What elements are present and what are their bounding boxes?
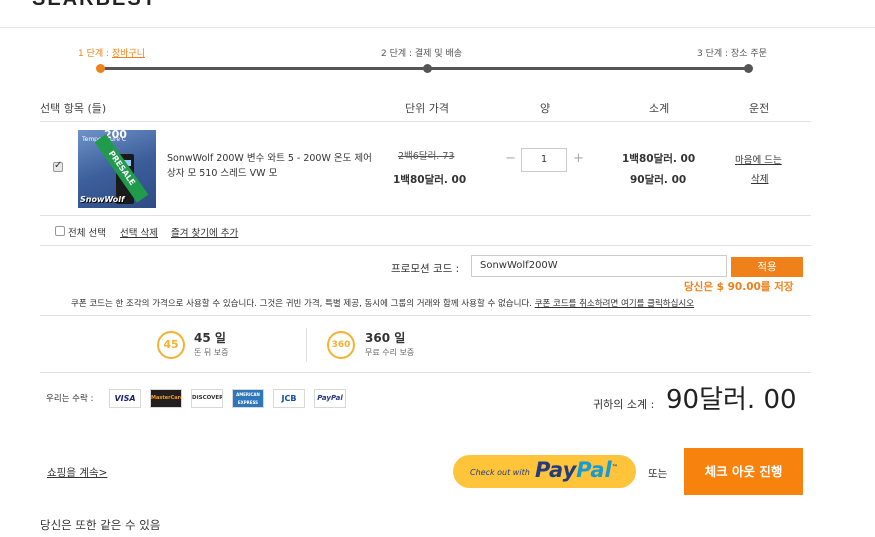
add-favorites-link[interactable]: 즐겨 찾기에 추가 xyxy=(171,225,238,239)
select-all-checkbox[interactable] xyxy=(55,226,65,236)
row-subtotal: 1백80달러. 00 xyxy=(622,153,696,165)
money-back-subtitle: 돈 뒤 보증 xyxy=(194,348,229,357)
apply-promo-button[interactable]: 적용 xyxy=(731,257,803,277)
qty-increment-button[interactable]: + xyxy=(573,151,584,166)
product-name[interactable]: SonwWolf 200W 변수 와트 5 - 200W 온도 제어 상자 모 … xyxy=(167,151,372,181)
repair-warranty-subtitle: 무료 수리 보증 xyxy=(365,348,415,357)
proceed-checkout-button[interactable]: 체크 아웃 진행 xyxy=(684,448,803,495)
money-back-badge-icon: 45 xyxy=(157,331,185,359)
paypal-logo: PayPal™ xyxy=(535,458,618,482)
unit-price: 1백80달러. 00 xyxy=(393,174,467,186)
item-checkbox[interactable] xyxy=(53,160,63,172)
visa-icon: VISA xyxy=(109,389,141,408)
coupon-note: 쿠폰 코드는 한 조각의 가격으로 사용할 수 있습니다. 그것은 귀빈 가격,… xyxy=(71,299,695,309)
money-back-title: 45 일 xyxy=(194,331,226,345)
amex-icon: AMERICAN EXPRESS xyxy=(232,389,264,408)
promo-code-input[interactable]: SonwWolf200W xyxy=(471,255,727,277)
repair-warranty-badge-icon: 360 xyxy=(327,331,355,359)
guarantee-top-divider xyxy=(40,315,811,316)
or-label: 또는 xyxy=(648,468,668,480)
paypal-icon: PayPal xyxy=(314,389,346,408)
payment-methods-label: 우리는 수락 : xyxy=(46,394,94,404)
guarantee-bottom-divider xyxy=(40,372,811,373)
delete-selected-link[interactable]: 선택 삭제 xyxy=(120,225,158,239)
header-subtotal: 소계 xyxy=(649,102,670,115)
paypal-checkout-button[interactable]: Check out with PayPal™ xyxy=(453,455,636,488)
header-items: 선택 항목 (들) xyxy=(40,102,107,115)
promo-code-label: 프로모션 코드 : xyxy=(391,263,460,275)
header-quantity: 양 xyxy=(540,102,551,115)
step-2-dot xyxy=(423,64,432,73)
product-brand: SnowWolf xyxy=(80,195,125,204)
select-all-label[interactable]: 전체 선택 xyxy=(68,225,106,239)
mastercard-icon: MasterCard xyxy=(150,389,182,408)
table-header-divider xyxy=(40,121,811,122)
selection-divider xyxy=(40,245,811,246)
row-divider xyxy=(40,215,811,216)
row-saving: 90달러. 00 xyxy=(630,174,687,186)
step-1-dot xyxy=(96,64,105,73)
delete-item-link[interactable]: 삭제 xyxy=(751,171,768,185)
total-label: 귀하의 소계 : xyxy=(593,398,655,411)
original-price: 2백6달러. 73 xyxy=(398,151,455,162)
site-logo[interactable]: SEARBEST xyxy=(32,0,157,11)
total-value: 90달러. 00 xyxy=(666,385,797,415)
promo-saving-text: 당신은 $ 90.00를 저장 xyxy=(684,281,794,293)
header-divider xyxy=(0,27,875,28)
step-2-label: 2 단계 : 결제 및 배송 xyxy=(381,49,463,59)
step-1-name[interactable]: 장바구니 xyxy=(112,49,145,59)
add-to-favorites-link[interactable]: 마음에 드는 xyxy=(735,152,782,166)
repair-warranty-title: 360 일 xyxy=(365,331,406,345)
step-3-dot xyxy=(744,64,753,73)
cancel-coupon-link[interactable]: 쿠폰 코드를 취소하려면 여기를 클릭하십시오 xyxy=(535,299,694,309)
header-action: 운전 xyxy=(749,102,770,115)
also-like-heading: 당신은 또한 같은 수 있음 xyxy=(40,518,161,532)
quantity-input[interactable]: 1 xyxy=(521,148,567,172)
guarantee-divider xyxy=(306,328,307,362)
continue-shopping-link[interactable]: 쇼핑을 계속> xyxy=(47,465,107,480)
jcb-icon: JCB xyxy=(273,389,305,408)
discover-icon: DISCOVER xyxy=(191,389,223,408)
qty-decrement-button[interactable]: − xyxy=(505,151,516,166)
header-unit-price: 단위 가격 xyxy=(405,102,449,115)
step-1-label[interactable]: 1 단계 : 장바구니 xyxy=(78,46,145,59)
step-3-label: 3 단계 : 장소 주문 xyxy=(697,49,767,59)
